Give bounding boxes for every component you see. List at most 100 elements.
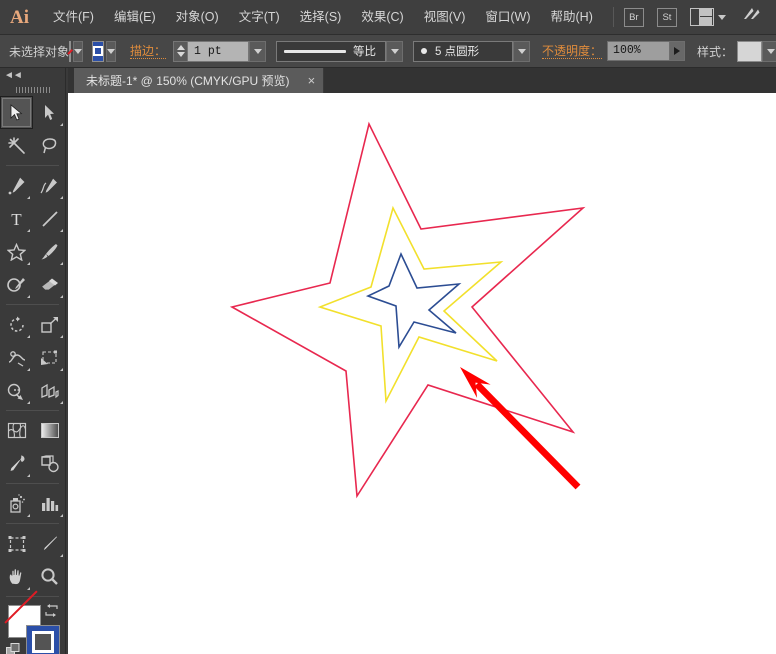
tools-divider-4 [6,483,59,484]
stroke-profile-control[interactable]: 等比 [276,41,403,62]
color-controls [0,603,65,654]
stroke-weight-label[interactable]: 描边： [130,44,166,59]
tools-divider-1 [6,165,59,166]
tools-divider-5 [6,523,59,524]
collapse-icon: ◄◄ [4,70,22,81]
stroke-weight-control[interactable]: 1 pt [173,41,266,62]
shaper-tool[interactable] [0,268,33,301]
stroke-color-indicator[interactable] [26,625,60,654]
hand-tool[interactable] [0,560,33,593]
brush-definition-combo[interactable]: 5 点圆形 [413,41,513,62]
graphic-style-swatch[interactable] [737,41,762,62]
illustrator-window: Ai 文件(F) 编辑(E) 对象(O) 文字(T) 选择(S) 效果(C) 视… [0,0,776,654]
tool-group-symbol [0,487,66,520]
stroke-swatch-dropdown[interactable] [106,41,116,62]
symbol-sprayer-tool[interactable] [0,487,33,520]
tool-group-draw: T [0,169,66,301]
artboard-tool[interactable] [0,527,33,560]
brush-definition-control[interactable]: 5 点圆形 [413,41,530,62]
fill-swatch-dropdown[interactable] [73,41,83,62]
magic-wand-tool[interactable] [0,129,33,162]
selection-tool[interactable] [0,96,33,129]
eraser-tool[interactable] [33,268,66,301]
rotate-tool[interactable] [0,308,33,341]
collapse-panel-button[interactable]: ◄◄ [0,68,65,83]
stroke-profile-label: 等比 [353,43,376,59]
menu-help[interactable]: 帮助(H) [541,0,603,35]
stroke-profile-combo[interactable]: 等比 [276,41,386,62]
menu-view[interactable]: 视图(V) [414,0,476,35]
tool-group-transform [0,308,66,407]
stroke-swatch-inner [93,46,103,56]
document-tab-title: 未标题-1* @ 150% (CMYK/GPU 预览) [86,72,290,89]
type-tool[interactable]: T [0,202,33,235]
lasso-tool[interactable] [33,129,66,162]
menu-type[interactable]: 文字(T) [229,0,290,35]
red-annotation-arrow [460,367,578,487]
graphic-style-dropdown[interactable] [762,41,776,62]
blend-tool[interactable] [33,447,66,480]
stroke-weight-input[interactable]: 1 pt [187,41,249,62]
svg-text:T: T [11,210,22,228]
menu-edit[interactable]: 编辑(E) [104,0,166,35]
menu-bar: Ai 文件(F) 编辑(E) 对象(O) 文字(T) 选择(S) 效果(C) 视… [0,0,776,35]
chevron-down-icon [718,15,726,20]
artboard-canvas[interactable] [68,93,776,654]
menu-object[interactable]: 对象(O) [166,0,229,35]
free-transform-tool[interactable] [33,341,66,374]
arrow-shaft [477,384,578,487]
line-segment-tool[interactable] [33,202,66,235]
stroke-weight-stepper[interactable] [173,41,187,62]
tools-divider-3 [6,410,59,411]
menu-select[interactable]: 选择(S) [290,0,352,35]
brush-preview-icon [421,48,427,54]
zoom-tool[interactable] [33,560,66,593]
shape-builder-tool[interactable] [0,374,33,407]
pen-tool[interactable] [0,169,33,202]
curvature-tool[interactable] [33,169,66,202]
document-tab-bar: 未标题-1* @ 150% (CMYK/GPU 预览) × [68,68,776,93]
menu-effect[interactable]: 效果(C) [351,0,413,35]
graphic-style-control[interactable] [737,41,776,62]
stroke-indicator-hole [35,634,51,650]
style-label: 样式： [697,43,733,60]
opacity-flyout-button[interactable] [669,41,685,61]
opacity-control[interactable]: 100% [607,41,685,61]
gradient-tool[interactable] [33,414,66,447]
mesh-tool[interactable] [0,414,33,447]
control-bar: 未选择对象 描边： 1 pt 等比 5 点圆形 [0,35,776,68]
stroke-profile-preview [284,50,346,53]
paintbrush-tool[interactable] [33,235,66,268]
fill-color-swatch[interactable] [69,41,71,62]
artwork-svg [68,93,776,654]
column-graph-tool[interactable] [33,487,66,520]
selection-status: 未选择对象 [9,43,69,60]
opacity-label[interactable]: 不透明度： [542,44,602,59]
bridge-button[interactable]: Br [624,8,644,27]
document-tab[interactable]: 未标题-1* @ 150% (CMYK/GPU 预览) × [74,68,324,93]
workspace-switcher[interactable] [690,8,726,26]
swap-fill-stroke-icon[interactable] [45,604,58,617]
eyedropper-tool[interactable] [0,447,33,480]
perspective-grid-tool[interactable] [33,374,66,407]
scale-tool[interactable] [33,308,66,341]
stroke-weight-dropdown[interactable] [249,41,266,62]
width-tool[interactable] [0,341,33,374]
tools-divider-2 [6,304,59,305]
brush-definition-dropdown[interactable] [513,41,530,62]
close-icon[interactable]: × [308,74,316,87]
menu-file[interactable]: 文件(F) [43,0,104,35]
opacity-input[interactable]: 100% [607,41,669,61]
direct-selection-tool[interactable] [33,96,66,129]
creative-cloud-icon[interactable] [740,5,764,30]
slice-tool[interactable] [33,527,66,560]
stock-button[interactable]: St [657,8,677,27]
shape-star-tool[interactable] [0,235,33,268]
tool-group-selection [0,96,66,162]
stroke-profile-dropdown[interactable] [386,41,403,62]
default-fill-stroke-icon[interactable] [6,643,21,654]
tool-group-color [0,414,66,480]
menu-window[interactable]: 窗口(W) [475,0,540,35]
stroke-color-swatch[interactable] [92,41,104,62]
tools-panel-grip[interactable] [0,83,65,96]
